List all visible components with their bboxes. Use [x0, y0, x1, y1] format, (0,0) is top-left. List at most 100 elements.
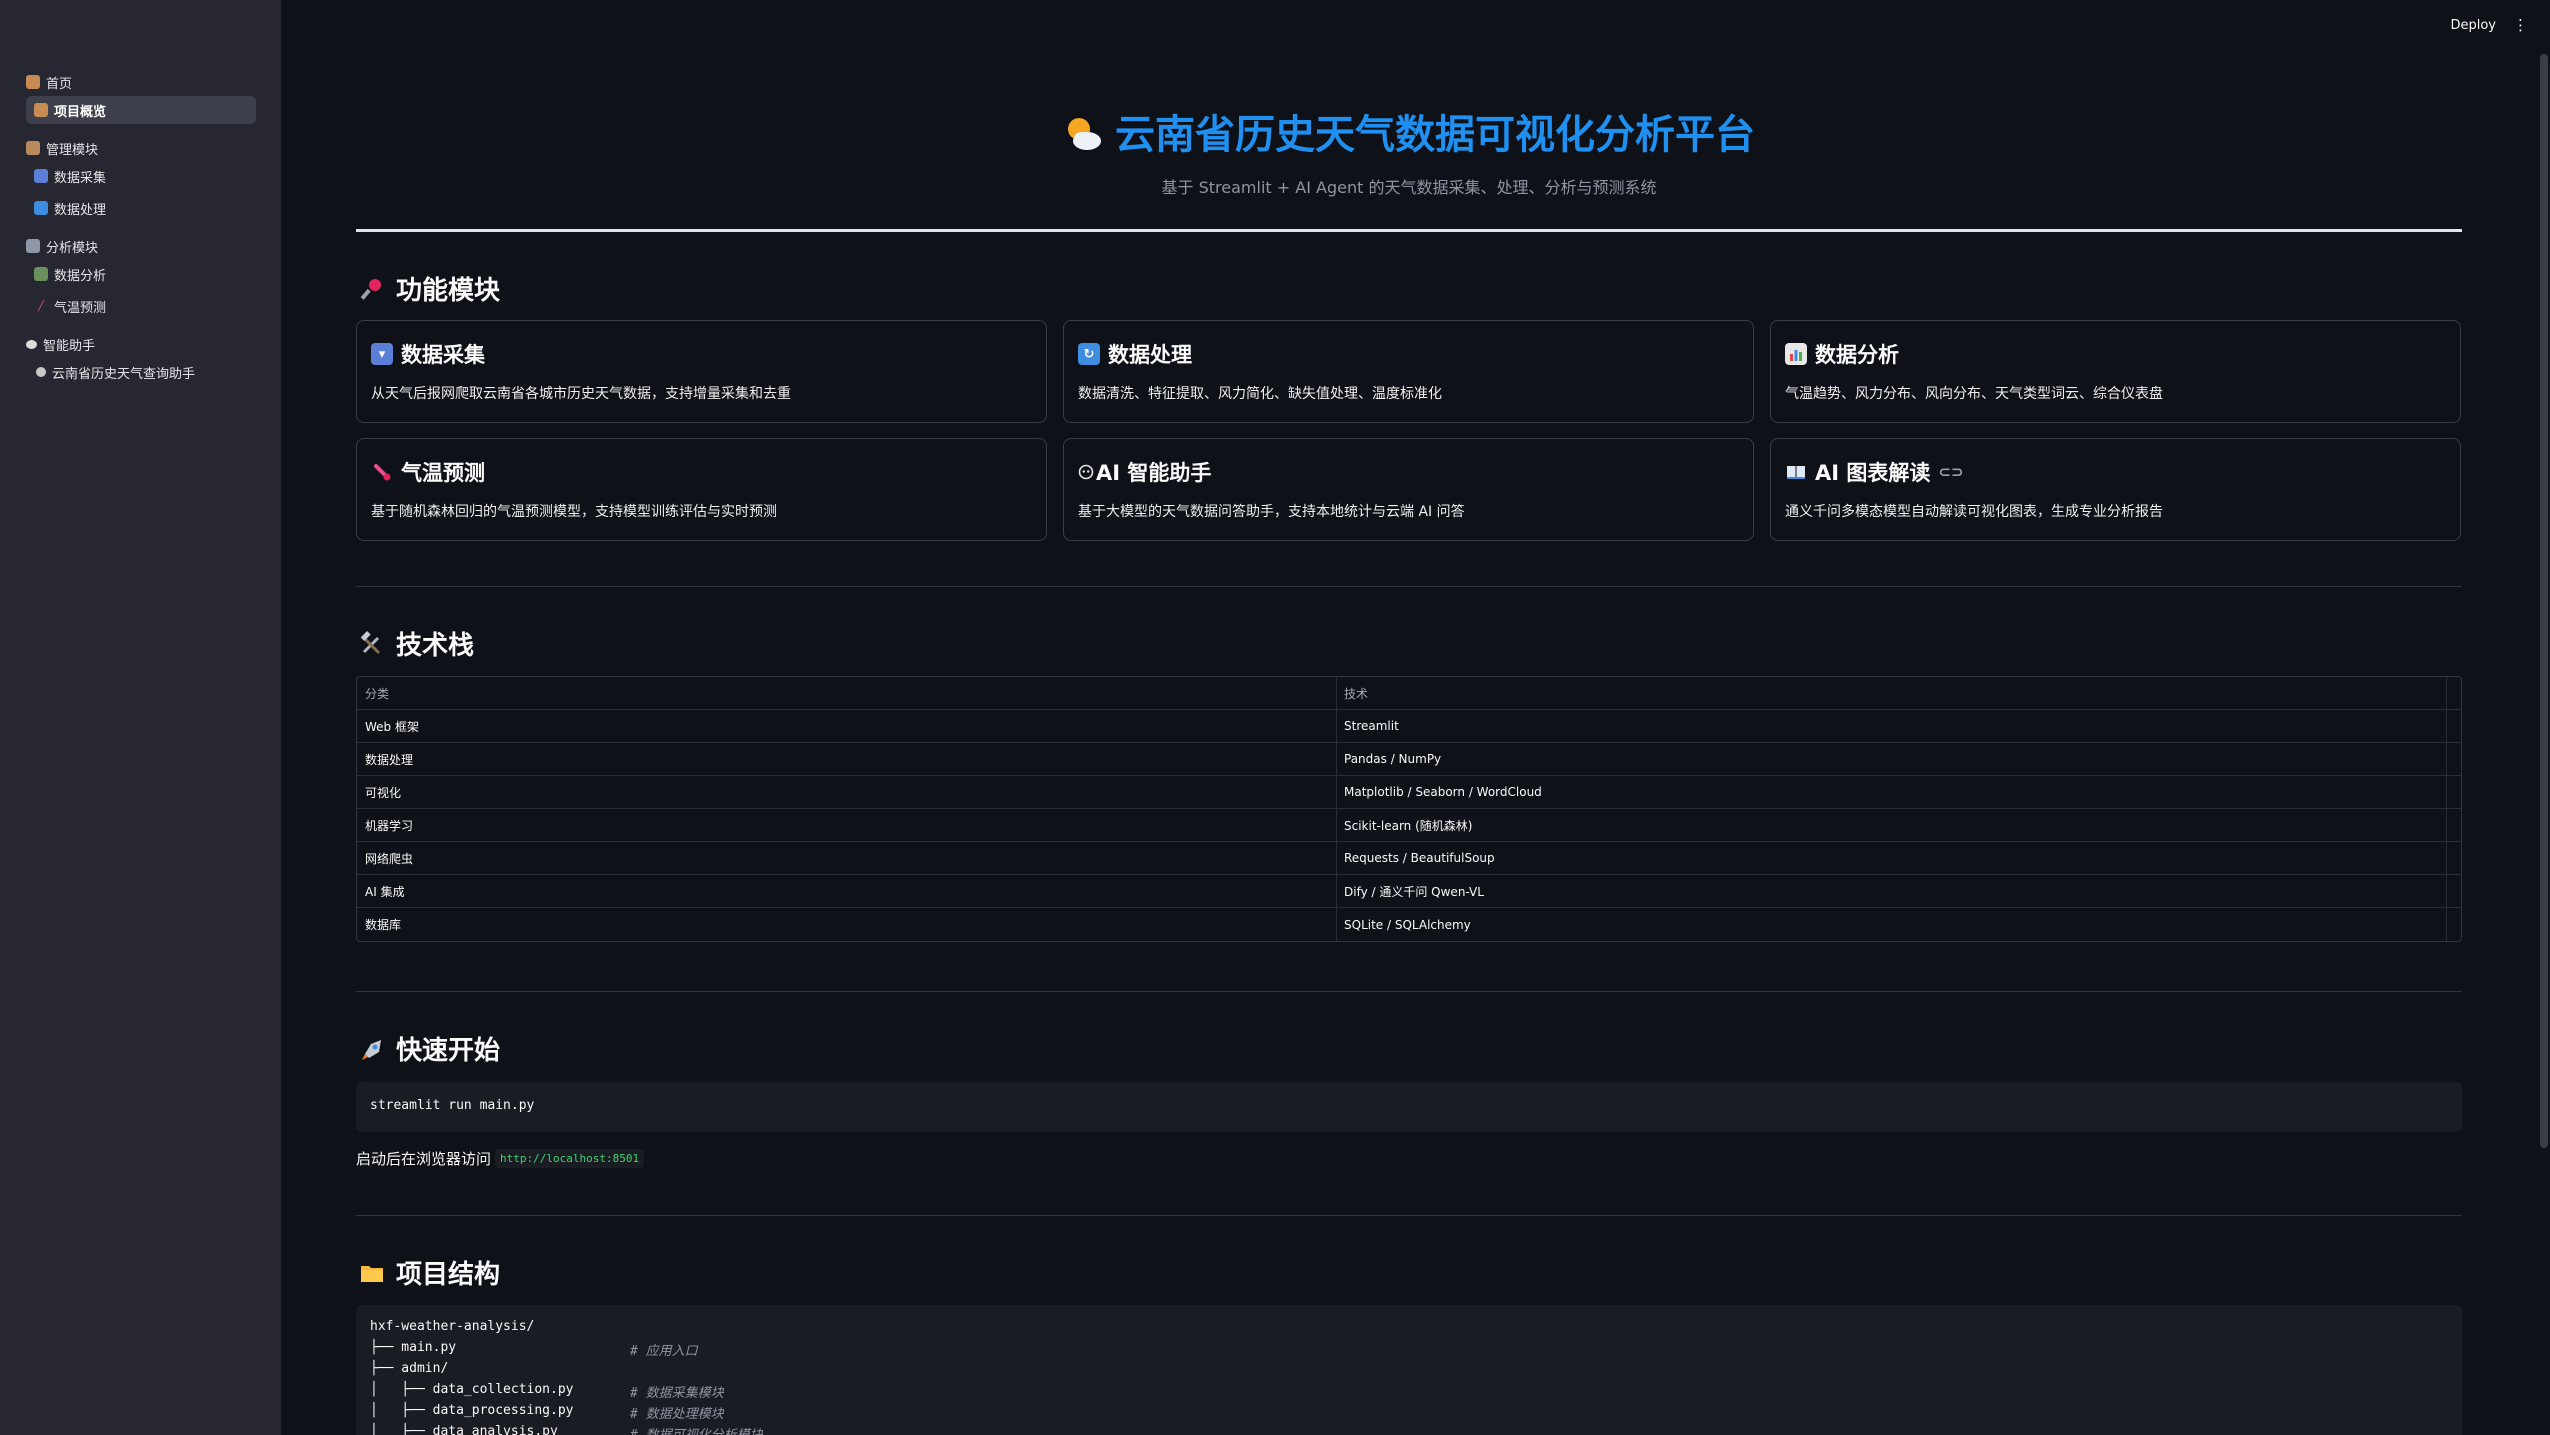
title-divider	[356, 229, 2462, 232]
card-title-text: 数据处理	[1108, 343, 1192, 367]
refresh-icon: ↻	[1078, 343, 1100, 365]
sidebar-item-data-processing[interactable]: 数据处理	[26, 194, 256, 222]
card-title: 数据分析	[1785, 339, 2446, 369]
features-heading: 功能模块	[358, 270, 500, 307]
sidebar-item-home[interactable]: 首页	[26, 68, 256, 96]
sidebar-item-temperature-forecast[interactable]: ╱ 气温预测	[26, 292, 256, 320]
section-divider	[356, 1215, 2462, 1216]
sidebar-item-label: 项目概览	[54, 104, 107, 120]
quickstart-heading-text: 快速开始	[396, 1036, 501, 1066]
card-title: AI 智能助手	[1078, 457, 1739, 487]
table-cell: 机器学习	[357, 809, 1337, 841]
card-desc: 气温趋势、风力分布、风向分布、天气类型词云、综合仪表盘	[1785, 386, 2163, 402]
tree-line: │ ├── data_processing.py # 数据处理模块	[370, 1403, 2448, 1424]
structure-heading-text: 项目结构	[396, 1260, 501, 1290]
card-desc: 基于大模型的天气数据问答助手，支持本地统计与云端 AI 问答	[1078, 504, 1465, 520]
tree-line: ├── admin/	[370, 1361, 2448, 1382]
tree-path: │ ├── data_collection.py	[370, 1382, 574, 1397]
sidebar-item-label: 分析模块	[46, 240, 99, 256]
table-cell: Web 框架	[357, 710, 1337, 742]
sidebar-item-label: 首页	[46, 76, 73, 92]
table-row: Web 框架 Streamlit	[357, 710, 2461, 743]
link-icon[interactable]: ⊂⊃	[1938, 463, 1963, 481]
page-subtitle: 基于 Streamlit + AI Agent 的天气数据采集、处理、分析与预测…	[1161, 178, 1657, 197]
command-text: streamlit run main.py	[370, 1098, 535, 1113]
sidebar-item-label: 气温预测	[54, 300, 107, 316]
deploy-button[interactable]: Deploy	[2450, 18, 2496, 33]
folder-icon	[358, 1259, 386, 1287]
inbox-icon	[34, 169, 48, 183]
inbox-icon: ▾	[371, 343, 393, 365]
tree-line: ├── main.py # 应用入口	[370, 1340, 2448, 1361]
table-row: 机器学习 Scikit-learn (随机森林)	[357, 809, 2461, 842]
sidebar-nav: 首页 项目概览 管理模块 数据采集 数据处理 分析模块 数据分析 ╱ 气温预测 …	[26, 68, 256, 386]
sidebar-item-label: 管理模块	[46, 142, 99, 158]
sidebar-item-label: 数据采集	[54, 170, 107, 186]
tree-comment: # 应用入口	[630, 1344, 698, 1359]
card-desc: 通义千问多模态模型自动解读可视化图表，生成专业分析报告	[1785, 504, 2163, 520]
feature-card-ai-chart-interpretation: AI 图表解读 ⊂⊃ 通义千问多模态模型自动解读可视化图表，生成专业分析报告	[1770, 438, 2461, 541]
card-title: AI 图表解读 ⊂⊃	[1785, 457, 2446, 487]
refresh-icon	[34, 201, 48, 215]
tech-heading-text: 技术栈	[396, 631, 475, 661]
hammer-and-wrench-icon	[358, 630, 386, 658]
table-cell: 数据处理	[357, 743, 1337, 775]
structure-code-block[interactable]: hxf-weather-analysis/ ├── main.py # 应用入口 …	[356, 1305, 2462, 1435]
sidebar-item-label: 数据分析	[54, 268, 107, 284]
tree-comment: # 数据处理模块	[630, 1407, 724, 1422]
features-heading-text: 功能模块	[396, 276, 501, 306]
table-header-cell[interactable]: 技术	[1337, 677, 2447, 709]
tree-root-text: hxf-weather-analysis/	[370, 1319, 535, 1334]
table-row: 网络爬虫 Requests / BeautifulSoup	[357, 842, 2461, 875]
table-row: 数据处理 Pandas / NumPy	[357, 743, 2461, 776]
sidebar-item-data-analysis[interactable]: 数据分析	[26, 260, 256, 288]
section-divider	[356, 586, 2462, 587]
pushpin-icon	[358, 275, 386, 303]
feature-card-ai-assistant: AI 智能助手 基于大模型的天气数据问答助手，支持本地统计与云端 AI 问答	[1063, 438, 1754, 541]
kebab-icon[interactable]: ⋮	[2513, 16, 2528, 34]
tree-root: hxf-weather-analysis/	[370, 1319, 2448, 1340]
card-title: 气温预测	[371, 457, 1032, 487]
table-cell: Requests / BeautifulSoup	[1337, 842, 2447, 874]
sun-behind-cloud-icon	[1068, 118, 1101, 150]
feature-card-data-processing: ↻ 数据处理 数据清洗、特征提取、风力简化、缺失值处理、温度标准化	[1063, 320, 1754, 423]
sidebar-item-label: 数据处理	[54, 202, 107, 218]
card-title-text: 数据分析	[1815, 343, 1899, 367]
tree-path: │ ├── data_analysis.py	[370, 1424, 558, 1435]
sidebar: 首页 项目概览 管理模块 数据采集 数据处理 分析模块 数据分析 ╱ 气温预测 …	[0, 0, 281, 1435]
table-cell: Pandas / NumPy	[1337, 743, 2447, 775]
tree-comment: # 数据采集模块	[630, 1386, 724, 1401]
bar-chart-icon	[1785, 343, 1807, 365]
sidebar-group-analysis: 分析模块	[26, 232, 256, 260]
table-row: 可视化 Matplotlib / Seaborn / WordCloud	[357, 776, 2461, 809]
robot-icon	[36, 367, 46, 377]
table-header-row: 分类 技术	[357, 677, 2461, 710]
sidebar-item-weather-assistant[interactable]: 云南省历史天气查询助手	[26, 358, 256, 386]
card-title-text: 数据采集	[401, 343, 485, 367]
scrollbar[interactable]	[2540, 54, 2548, 1148]
table-cell: Matplotlib / Seaborn / WordCloud	[1337, 776, 2447, 808]
table-cell: AI 集成	[357, 875, 1337, 907]
table-row: AI 集成 Dify / 通义千问 Qwen-VL	[357, 875, 2461, 908]
table-header-cell[interactable]: 分类	[357, 677, 1337, 709]
tree-path: │ ├── data_processing.py	[370, 1403, 574, 1418]
tree-path: ├── main.py	[370, 1340, 457, 1355]
command-code-block[interactable]: streamlit run main.py	[356, 1082, 2462, 1132]
tree-comment: # 数据可视化分析模块	[630, 1424, 763, 1435]
table-cell: 数据库	[357, 908, 1337, 941]
app-root: 首页 项目概览 管理模块 数据采集 数据处理 分析模块 数据分析 ╱ 气温预测 …	[0, 0, 2550, 1435]
sidebar-item-data-collection[interactable]: 数据采集	[26, 162, 256, 190]
tree-path: ├── admin/	[370, 1361, 449, 1376]
speech-bubble-icon	[26, 339, 37, 349]
feature-card-data-collection: ▾ 数据采集 从天气后报网爬取云南省各城市历史天气数据，支持增量采集和去重	[356, 320, 1047, 423]
sidebar-item-overview[interactable]: 项目概览	[26, 96, 256, 124]
card-title-text: 气温预测	[401, 461, 485, 485]
visit-text: 启动后在浏览器访问	[356, 1150, 492, 1168]
book-icon	[1785, 461, 1807, 483]
sidebar-group-management: 管理模块	[26, 134, 256, 162]
section-divider	[356, 991, 2462, 992]
tree-line: │ ├── data_collection.py # 数据采集模块	[370, 1382, 2448, 1403]
chart-icon	[26, 239, 40, 253]
table-cell: 网络爬虫	[357, 842, 1337, 874]
table-cell: Streamlit	[1337, 710, 2447, 742]
